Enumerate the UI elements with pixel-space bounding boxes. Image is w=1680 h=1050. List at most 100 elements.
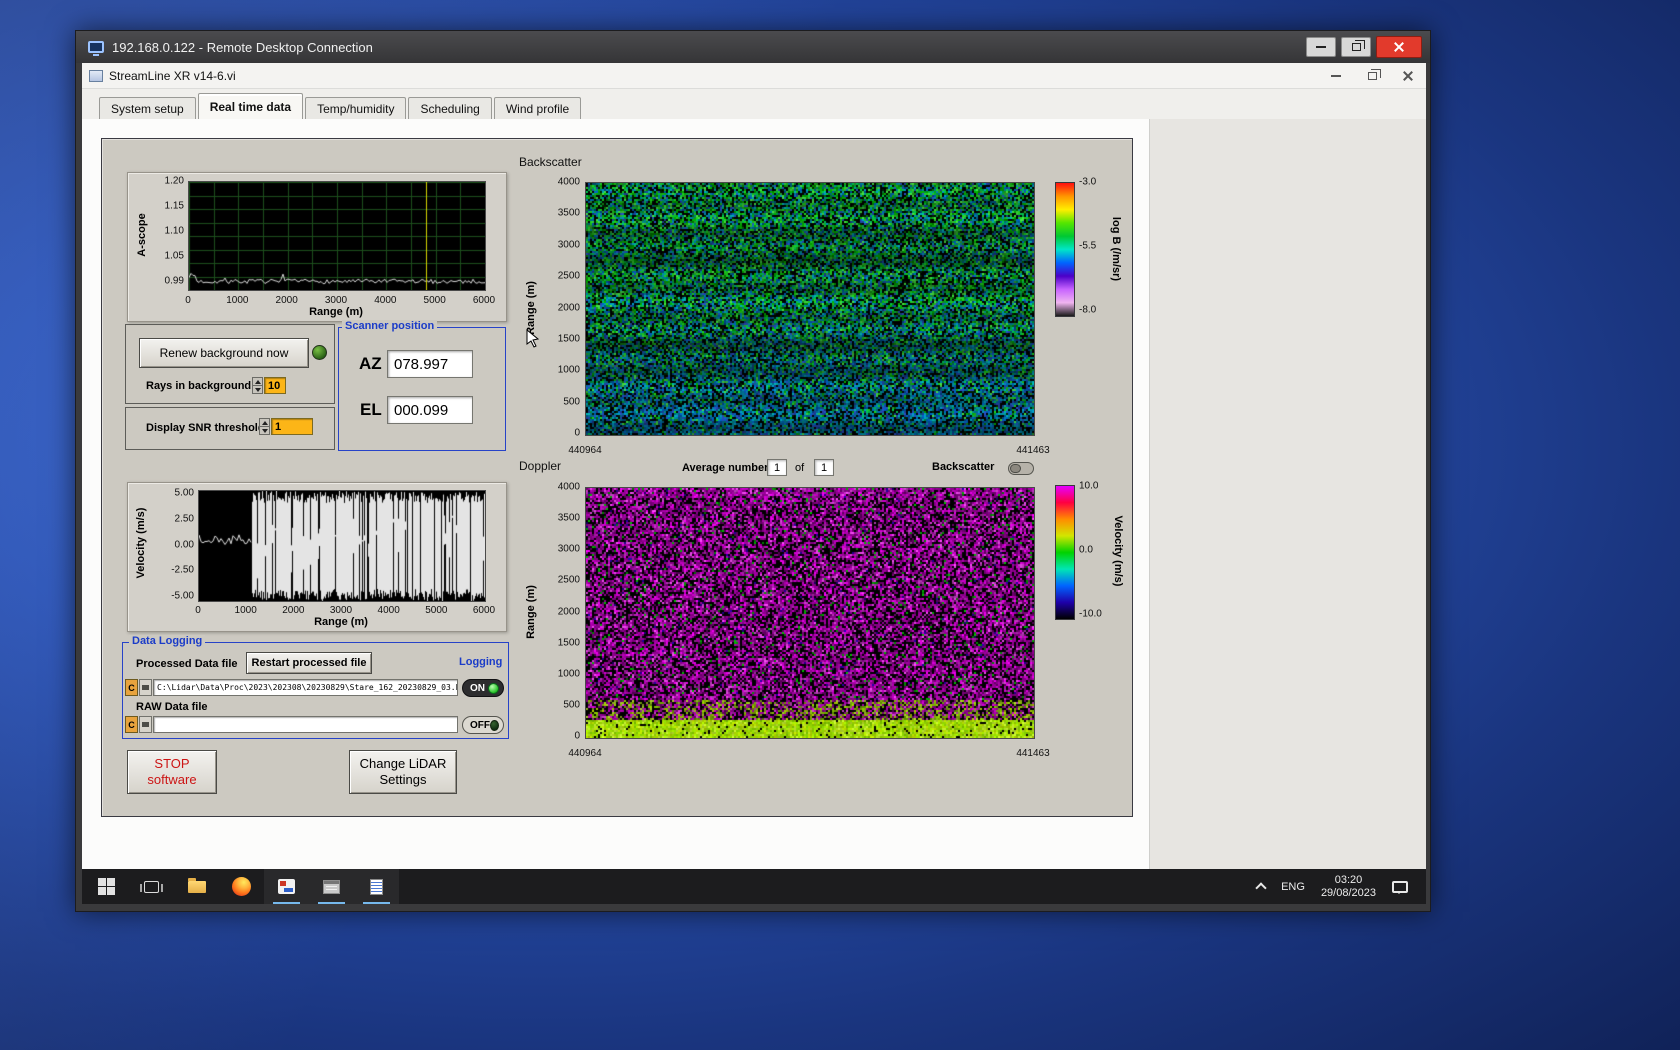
task-view-icon — [140, 880, 163, 893]
language-indicator[interactable]: ENG — [1273, 869, 1313, 904]
data-logging-title: Data Logging — [129, 635, 206, 647]
backscatter-title: Backscatter — [519, 155, 582, 169]
restore-icon — [1351, 40, 1365, 51]
raw-data-file-label: RAW Data file — [136, 701, 208, 713]
streamline-app-button[interactable] — [264, 869, 309, 904]
desktop: 192.168.0.122 - Remote Desktop Connectio… — [0, 0, 1680, 1050]
doppler-colorbar — [1055, 485, 1075, 620]
text-editor-button[interactable] — [354, 869, 399, 904]
processed-browse-icon[interactable] — [139, 679, 152, 696]
app-minimize-button[interactable] — [1318, 63, 1354, 88]
rdp-restore-button[interactable] — [1341, 37, 1371, 57]
remote-desktop: StreamLine XR v14-6.vi System setup Real… — [82, 63, 1426, 904]
backscatter-x-end: 441463 — [1016, 445, 1050, 456]
data-logging-group: Data Logging Processed Data file Restart… — [122, 635, 509, 739]
scanner-position-group: Scanner position AZ 078.997 EL 000.099 — [338, 320, 506, 451]
backscatter-y-axis-label: Range (m) — [525, 281, 537, 335]
close-icon — [1402, 70, 1414, 82]
rdp-titlebar[interactable]: 192.168.0.122 - Remote Desktop Connectio… — [76, 31, 1430, 63]
renew-background-button[interactable]: Renew background now — [139, 338, 309, 368]
velocity-graphbox: Velocity (m/s) 5.00 2.50 0.00 -2.50 -5.00 01… — [127, 482, 507, 632]
raw-drive-button[interactable]: C — [125, 716, 138, 733]
off-led-icon — [490, 719, 499, 731]
change-lidar-settings-button[interactable]: Change LiDAR Settings — [349, 750, 457, 794]
start-button[interactable] — [84, 869, 129, 904]
average-number-field[interactable]: 1 — [767, 459, 787, 476]
backscatter-colorbar — [1055, 182, 1075, 317]
rdp-minimize-button[interactable] — [1306, 37, 1336, 57]
task-view-button[interactable] — [129, 869, 174, 904]
tab-system-setup[interactable]: System setup — [99, 97, 196, 119]
tab-wind-profile[interactable]: Wind profile — [493, 97, 582, 119]
average-count-field[interactable]: 1 — [814, 459, 834, 476]
az-label: AZ — [359, 354, 382, 373]
rdp-close-button[interactable] — [1376, 36, 1422, 58]
streamline-app-icon — [278, 879, 295, 894]
off-label: OFF — [470, 719, 490, 731]
snr-spinner[interactable] — [259, 418, 270, 435]
scan-scheduler-icon — [323, 879, 340, 894]
processed-data-file-label: Processed Data file — [136, 658, 238, 670]
backscatter-x-start: 440964 — [568, 445, 602, 456]
rdp-icon — [88, 41, 104, 56]
switch-knob-icon — [1010, 464, 1021, 473]
restore-icon — [1367, 68, 1381, 80]
rays-value-field[interactable]: 10 — [264, 377, 286, 394]
doppler-canvas — [586, 488, 1034, 738]
raw-path-field[interactable] — [153, 716, 458, 733]
close-icon — [1393, 41, 1405, 53]
firefox-button[interactable] — [219, 869, 264, 904]
app-close-button[interactable] — [1390, 63, 1426, 88]
clock[interactable]: 03:20 29/08/2023 — [1313, 869, 1384, 904]
doppler-colorbar-label: Velocity (m/s) — [1112, 515, 1124, 587]
processed-path-field[interactable]: C:\Lidar\Data\Proc\2023\202308\20230829\… — [153, 679, 458, 696]
rays-spinner[interactable] — [252, 377, 263, 394]
stop-software-button[interactable]: STOP software — [127, 750, 217, 794]
app-restore-button[interactable] — [1354, 63, 1390, 88]
scan-scheduler-button[interactable] — [309, 869, 354, 904]
average-number-label: Average number — [682, 462, 769, 474]
on-led-icon — [488, 682, 499, 694]
ascope-plot — [188, 181, 486, 291]
backscatter-toggle-switch[interactable] — [1008, 462, 1034, 475]
on-label: ON — [470, 682, 485, 694]
windows-logo-icon — [98, 878, 115, 895]
processed-logging-toggle[interactable]: ON — [462, 679, 504, 697]
snr-value-field[interactable]: 1 — [271, 418, 313, 435]
clock-time: 03:20 — [1334, 873, 1363, 886]
ascope-x-axis-label: Range (m) — [309, 306, 363, 318]
tray-chevron-button[interactable] — [1249, 869, 1273, 904]
processed-drive-button[interactable]: C — [125, 679, 138, 696]
app-title: StreamLine XR v14-6.vi — [109, 68, 236, 83]
scanner-position-title: Scanner position — [342, 320, 438, 332]
main-panel: A-scope 1.20 1.15 1.10 1.05 0.99 0 1000 2000 30… — [101, 138, 1133, 817]
text-editor-icon — [370, 878, 383, 895]
doppler-y-axis-label: Range (m) — [525, 585, 537, 639]
doppler-x-start: 440964 — [568, 748, 602, 759]
of-label: of — [795, 462, 805, 474]
background-group: Renew background now Rays in background … — [125, 324, 335, 404]
tab-temp-humidity[interactable]: Temp/humidity — [305, 97, 407, 119]
taskbar: ENG 03:20 29/08/2023 — [82, 869, 1426, 904]
backscatter-plot — [585, 182, 1035, 436]
ascope-canvas — [189, 182, 485, 290]
file-explorer-button[interactable] — [174, 869, 219, 904]
snr-group: Display SNR threshold 1 — [125, 407, 335, 450]
logging-label: Logging — [459, 656, 503, 668]
el-label: EL — [360, 400, 382, 419]
restart-processed-file-button[interactable]: Restart processed file — [246, 652, 372, 674]
notification-icon — [1392, 880, 1408, 894]
velocity-plot — [198, 490, 486, 602]
snr-threshold-label: Display SNR threshold — [146, 422, 265, 434]
ascope-y-ticks: 1.20 1.15 1.10 1.05 0.99 — [164, 175, 184, 287]
app-titlebar[interactable]: StreamLine XR v14-6.vi — [82, 63, 1426, 89]
tab-scheduling[interactable]: Scheduling — [408, 97, 492, 119]
stop-line1: STOP — [154, 756, 190, 771]
raw-browse-icon[interactable] — [139, 716, 152, 733]
tab-bar: System setup Real time data Temp/humidit… — [82, 89, 1426, 119]
raw-logging-toggle[interactable]: OFF — [462, 716, 504, 734]
clock-date: 29/08/2023 — [1320, 886, 1376, 899]
tab-real-time-data[interactable]: Real time data — [197, 93, 304, 119]
backscatter-colorbar-label: log B (/m/sr) — [1110, 216, 1122, 282]
notification-button[interactable] — [1384, 869, 1416, 904]
